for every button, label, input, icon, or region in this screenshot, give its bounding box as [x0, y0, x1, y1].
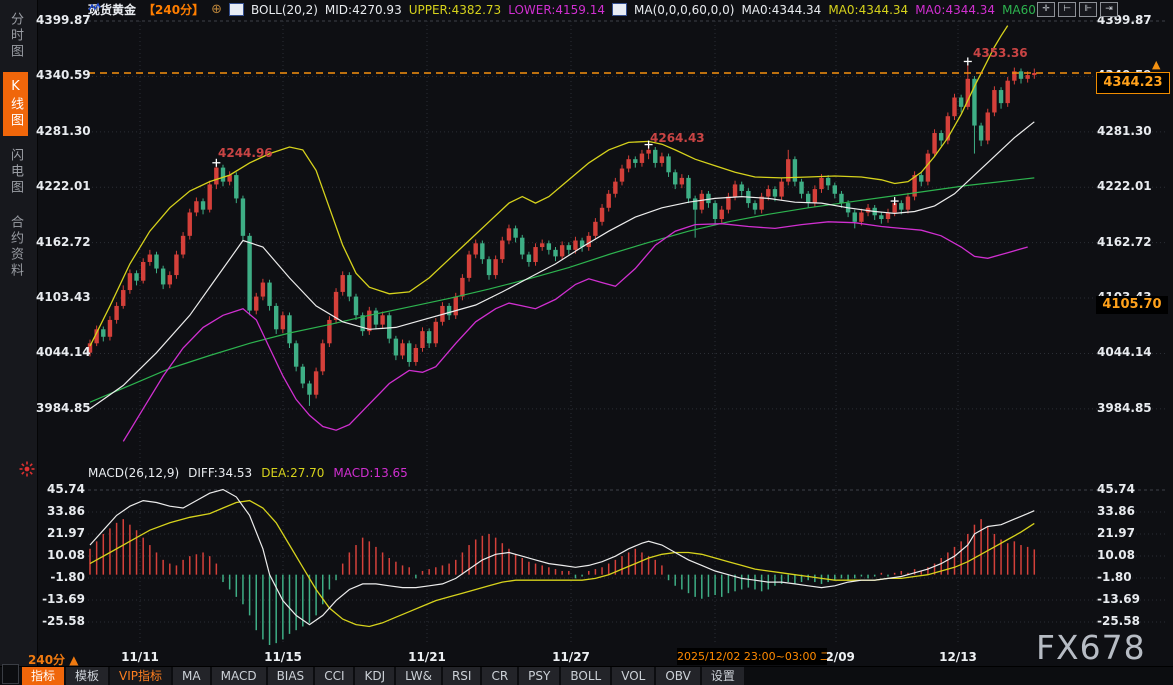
axis-label: 4162.72: [36, 235, 85, 249]
macd-diff-value: DIFF:34.53: [188, 466, 252, 480]
x-axis-date-label: 11/15: [264, 650, 302, 664]
boll-indicator-icon[interactable]: [229, 3, 244, 16]
toolbar-tab-RSI[interactable]: RSI: [443, 667, 481, 685]
corner-box[interactable]: [2, 664, 19, 684]
axis-label: 10.08: [36, 548, 85, 562]
axis-label: 33.86: [36, 504, 85, 518]
x-axis-date-label: 11/27: [552, 650, 590, 664]
trading-app-window: 分时图 K线图闪电图合约资料 现货黄金 【240分】 ⊕ BOLL(20,2) M…: [0, 0, 1173, 685]
toolbar-tab-PSY[interactable]: PSY: [519, 667, 559, 685]
axis-label: 45.74: [36, 482, 85, 496]
toolbar-tab-OBV[interactable]: OBV: [656, 667, 700, 685]
left-sidebar: 分时图 K线图闪电图合约资料: [0, 0, 38, 666]
current-price-tag: 4344.23: [1096, 72, 1170, 94]
axis-label: 4222.01: [1097, 179, 1152, 193]
toolbar-tab-MA[interactable]: MA: [173, 667, 210, 685]
toolbar-tab-VIP指标[interactable]: VIP指标: [110, 667, 171, 685]
toolbar-tab-CCI[interactable]: CCI: [315, 667, 353, 685]
sidebar-tab-active[interactable]: K线图: [3, 72, 28, 136]
pan-icon[interactable]: ✛: [1037, 2, 1055, 17]
axis-label: 4103.43: [36, 290, 85, 304]
secondary-price-tag: 4105.70: [1096, 296, 1168, 314]
axis-label: 45.74: [1097, 482, 1135, 496]
axis-label: 3984.85: [1097, 401, 1152, 415]
latest-price-arrow-icon[interactable]: ▲: [1152, 58, 1160, 71]
axis-label: 4281.30: [1097, 124, 1152, 138]
axis-label: 4222.01: [36, 179, 85, 193]
axis-label: 21.97: [1097, 526, 1135, 540]
period-label[interactable]: 【240分】: [143, 1, 204, 18]
candle-time-tooltip: 2025/12/02 23:00~03:00 二: [677, 648, 827, 665]
axis-label: 4044.14: [1097, 345, 1152, 359]
boll-upper-value: UPPER:4382.73: [409, 3, 501, 17]
toolbar-tab-设置[interactable]: 设置: [702, 667, 744, 685]
sidebar-tab-item[interactable]: 闪电图: [3, 141, 28, 203]
axis-label: 4162.72: [1097, 235, 1152, 249]
price-chart-canvas[interactable]: [0, 0, 1173, 666]
axis-label: -25.58: [36, 614, 85, 628]
boll-label: BOLL(20,2): [251, 3, 318, 17]
fx678-watermark: FX678: [1036, 628, 1146, 667]
macd-header: MACD(26,12,9) DIFF:34.53 DEA:27.70 MACD:…: [88, 466, 408, 480]
shift-right-icon[interactable]: ⇥: [1100, 2, 1118, 17]
peak-price-label: 4353.36: [973, 46, 1028, 60]
axis-label: 4340.59: [36, 68, 85, 82]
toolbar-tab-模板[interactable]: 模板: [66, 667, 108, 685]
left-axis-icon[interactable]: ⊢: [1058, 2, 1076, 17]
toolbar-tab-MACD[interactable]: MACD: [212, 667, 266, 685]
boll-lower-value: LOWER:4159.14: [508, 3, 605, 17]
toolbar-tab-BIAS[interactable]: BIAS: [268, 667, 314, 685]
ma-indicator-icon[interactable]: [612, 3, 627, 16]
macd-title[interactable]: MACD(26,12,9): [88, 466, 179, 480]
x-axis-date-label: 11/11: [121, 650, 159, 664]
right-axis-icon[interactable]: ⊩: [1079, 2, 1097, 17]
axis-label: 3984.85: [36, 401, 85, 415]
macd-dea-value: DEA:27.70: [261, 466, 324, 480]
axis-label: 33.86: [1097, 504, 1135, 518]
period-badge[interactable]: 240分 ▲: [28, 651, 78, 668]
x-axis-date-label: 11/21: [408, 650, 446, 664]
toolbar-tab-指标[interactable]: 指标: [22, 667, 64, 685]
axis-label: 10.08: [1097, 548, 1135, 562]
chart-tool-icons: ✛⊢⊩⇥: [1037, 2, 1118, 17]
axis-label: 21.97: [36, 526, 85, 540]
toolbar-tab-LW&[interactable]: LW&: [396, 667, 441, 685]
axis-label: 4044.14: [36, 345, 85, 359]
axis-label: 4281.30: [36, 124, 85, 138]
add-indicator-icon[interactable]: ⊕: [211, 2, 222, 17]
indicator-toolbar: 指标模板VIP指标MAMACDBIASCCIKDJLW&RSICRPSYBOLL…: [0, 666, 1173, 685]
ma0-magenta-value: MA0:4344.34: [915, 3, 995, 17]
axis-label: -1.80: [36, 570, 85, 584]
ma0-white-value: MA0:4344.34: [741, 3, 821, 17]
axis-label: -13.69: [36, 592, 85, 606]
boll-mid-value: MID:4270.93: [325, 3, 402, 17]
toolbar-tab-KDJ[interactable]: KDJ: [355, 667, 394, 685]
axis-label: 4399.87: [36, 13, 85, 27]
axis-label: -25.58: [1097, 614, 1140, 628]
toolbar-tab-BOLL[interactable]: BOLL: [561, 667, 610, 685]
axis-label: -1.80: [1097, 570, 1132, 584]
ma-label: MA(0,0,0,60,0,0): [634, 3, 734, 17]
toolbar-tab-CR[interactable]: CR: [482, 667, 517, 685]
sidebar-tab-item[interactable]: 分时图: [3, 5, 28, 67]
axis-label: -13.69: [1097, 592, 1140, 606]
macd-macd-value: MACD:13.65: [333, 466, 407, 480]
ma0-yellow-value: MA0:4344.34: [828, 3, 908, 17]
peak-price-label: 4244.96: [218, 146, 273, 160]
peak-price-label: 4264.43: [650, 131, 705, 145]
chart-header: 现货黄金 【240分】 ⊕ BOLL(20,2) MID:4270.93 UPP…: [88, 2, 1048, 17]
x-axis-date-label: 12/13: [939, 650, 977, 664]
sidebar-tab-item[interactable]: 合约资料: [3, 208, 28, 286]
toolbar-tab-VOL[interactable]: VOL: [612, 667, 654, 685]
